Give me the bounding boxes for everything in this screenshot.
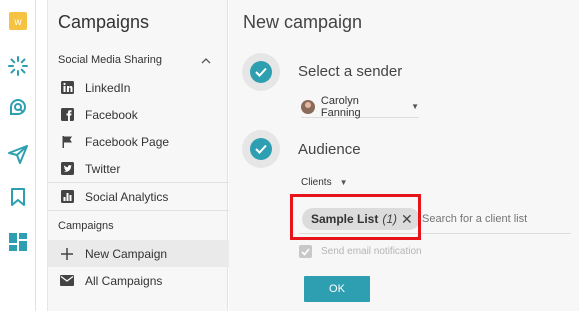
sidebar-item-label: Facebook [85, 107, 138, 122]
client-list-search-input[interactable] [422, 213, 562, 225]
sidebar-item-label: LinkedIn [85, 80, 131, 95]
plus-icon [60, 247, 74, 261]
sidebar-item-label: New Campaign [85, 246, 168, 261]
step-audience-status [242, 130, 280, 168]
bookmark-icon[interactable] [7, 186, 29, 208]
icon-rail: w [0, 0, 36, 311]
analytics-icon [60, 190, 74, 204]
new-campaign-panel: New campaign Select a sender Carolyn Fan… [229, 0, 579, 311]
chevron-up-icon[interactable] [201, 52, 211, 64]
highlight-box [290, 194, 421, 240]
sidebar-item-label: Twitter [85, 161, 121, 176]
facebook-icon [60, 108, 74, 122]
step-sender-status [242, 53, 280, 91]
linkedin-icon [60, 81, 74, 95]
check-icon [250, 138, 272, 160]
svg-text:w: w [13, 17, 22, 28]
send-notification-option[interactable]: Send email notification [299, 245, 422, 258]
hub-icon[interactable] [7, 55, 29, 77]
page-title: New campaign [243, 12, 363, 32]
sender-name: Carolyn Fanning [320, 94, 361, 119]
twitter-icon [60, 162, 74, 176]
divider [48, 210, 229, 211]
audience-type-value: Clients [301, 177, 332, 188]
step-audience-title: Audience [298, 141, 361, 158]
send-notification-label: Send email notification [321, 246, 422, 257]
dashboard-icon[interactable] [7, 231, 29, 253]
sidebar-item-facebook[interactable]: Facebook [48, 101, 229, 128]
ok-button[interactable]: OK [304, 276, 370, 302]
campaigns-sidebar: Campaigns Social Media Sharing LinkedIn … [47, 0, 229, 311]
sidebar-item-label: All Campaigns [85, 273, 163, 288]
step-sender-title: Select a sender [298, 63, 403, 80]
mail-icon [60, 274, 74, 288]
sidebar-item-new-campaign[interactable]: New Campaign [48, 240, 229, 267]
sidebar-item-label: Facebook Page [85, 134, 170, 149]
sidebar-item-all-campaigns[interactable]: All Campaigns [48, 267, 229, 294]
sidebar-item-twitter[interactable]: Twitter [48, 155, 229, 182]
caret-down-icon: ▼ [411, 102, 419, 111]
search-chat-icon[interactable] [7, 97, 29, 119]
section-campaigns: Campaigns [58, 220, 114, 232]
sidebar-item-facebook-page[interactable]: Facebook Page [48, 128, 229, 155]
caret-down-icon: ▼ [339, 178, 348, 187]
sidebar-item-social-analytics[interactable]: Social Analytics [48, 183, 229, 210]
checkbox[interactable] [299, 245, 312, 258]
send-icon[interactable] [7, 143, 29, 165]
check-icon [250, 61, 272, 83]
section-social-media-sharing[interactable]: Social Media Sharing [58, 54, 162, 66]
sidebar-title: Campaigns [58, 12, 150, 32]
sender-select[interactable]: Carolyn Fanning ▼ [301, 94, 419, 119]
sidebar-item-label: Social Analytics [85, 189, 169, 204]
sidebar-item-linkedin[interactable]: LinkedIn [48, 74, 229, 101]
flag-icon [60, 135, 74, 149]
avatar [301, 99, 315, 114]
logo-icon[interactable]: w [7, 10, 29, 32]
audience-type-select[interactable]: Clients ▼ [301, 177, 348, 188]
